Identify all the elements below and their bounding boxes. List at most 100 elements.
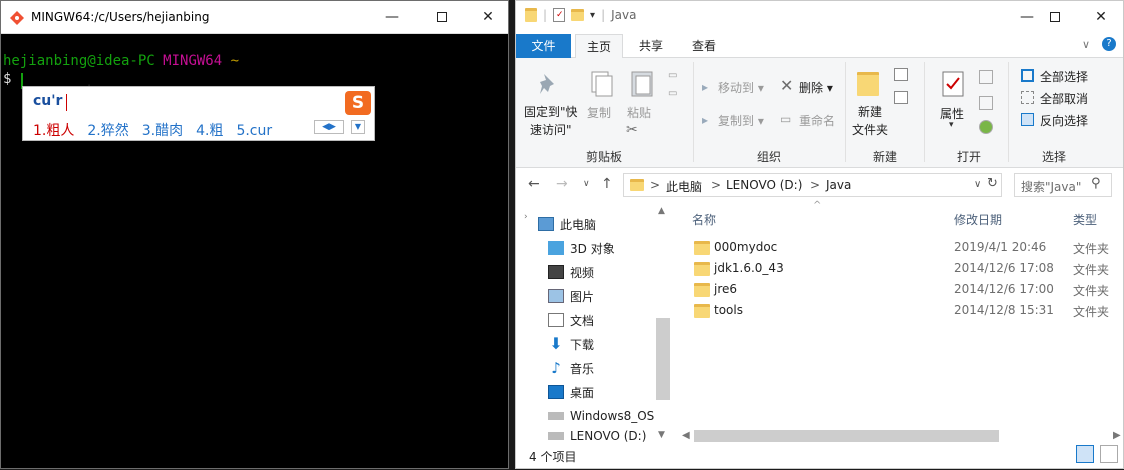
recent-locations-icon[interactable]: ∨ [583, 179, 590, 189]
up-arrow-icon[interactable]: ↑ [601, 176, 613, 192]
rename-button[interactable]: 重命名 [799, 112, 835, 129]
terminal-window[interactable]: MINGW64:/c/Users/hejianbing — ✕ hejianbi… [0, 0, 509, 469]
column-header-type[interactable]: 类型 [1073, 211, 1097, 228]
select-all-button[interactable]: 全部选择 [1040, 68, 1088, 85]
address-bar[interactable]: > 此电脑 > LENOVO (D:) > Java ∨ ↻ [623, 173, 1002, 197]
new-item-icon[interactable] [894, 68, 908, 81]
new-folder-icon[interactable] [571, 9, 585, 21]
breadcrumb-this-pc[interactable]: 此电脑 [666, 178, 702, 195]
nav-item-videos[interactable]: 视频 [548, 261, 594, 283]
file-row[interactable]: jdk1.6.0_43 2014/12/6 17:08 文件夹 [676, 258, 1124, 279]
tab-file[interactable]: 文件 [516, 34, 571, 58]
tab-view[interactable]: 查看 [680, 34, 728, 58]
nav-item-label: 桌面 [570, 385, 595, 400]
minimize-button[interactable]: — [369, 1, 415, 33]
scroll-down-icon[interactable]: ▼ [658, 430, 665, 440]
nav-item-label: LENOVO (D:) [570, 429, 647, 443]
pin-quick-access-button[interactable]: 固定到"快 速访问" [524, 103, 578, 139]
pin-icon [540, 74, 554, 94]
search-box[interactable]: 搜索"Java" ⚲ [1014, 173, 1112, 197]
maximize-button[interactable] [419, 1, 465, 33]
breadcrumb-drive[interactable]: LENOVO (D:) [726, 178, 802, 192]
scroll-left-icon[interactable]: ◀ [682, 430, 690, 441]
select-none-button[interactable]: 全部取消 [1040, 90, 1088, 107]
terminal-titlebar[interactable]: MINGW64:/c/Users/hejianbing — ✕ [1, 1, 508, 34]
address-dropdown-icon[interactable]: ∨ [974, 179, 981, 190]
breadcrumb-java[interactable]: Java [826, 178, 851, 192]
ime-expand-icon[interactable]: ▼ [351, 120, 365, 134]
large-icons-view-icon[interactable] [1100, 445, 1118, 463]
file-type: 文件夹 [1073, 263, 1110, 277]
group-label-new: 新建 [873, 150, 898, 164]
video-icon [548, 265, 564, 279]
chevron-down-icon[interactable]: ▾ [949, 120, 954, 130]
ime-candidate[interactable]: 3.醋肉 [142, 123, 183, 139]
paste-button[interactable]: 粘贴 [627, 104, 651, 121]
ime-page-arrows[interactable]: ◀▶ [314, 120, 344, 134]
column-header-date[interactable]: 修改日期 [954, 211, 1002, 228]
refresh-icon[interactable]: ↻ [987, 176, 998, 191]
nav-scrollbar-thumb[interactable] [656, 318, 670, 400]
easy-access-icon[interactable] [894, 91, 908, 104]
forward-arrow-icon[interactable]: → [556, 176, 568, 192]
file-row[interactable]: 000mydoc 2019/4/1 20:46 文件夹 [676, 237, 1124, 258]
search-icon[interactable]: ⚲ [1091, 176, 1101, 191]
scroll-up-icon[interactable]: ▲ [658, 206, 665, 216]
ime-candidate-window[interactable]: cu'r S 1.粗人 2.猝然 3.醋肉 4.粗 5.cur ◀▶ ▼ [22, 86, 375, 141]
download-icon: ⬇ [549, 334, 563, 353]
maximize-button[interactable] [1032, 1, 1078, 33]
ime-candidate[interactable]: 4.粗 [196, 123, 223, 139]
invert-selection-button[interactable]: 反向选择 [1040, 112, 1088, 129]
move-to-button[interactable]: 移动到 ▾ [718, 79, 764, 96]
scissors-icon[interactable]: ✂ [626, 122, 638, 138]
ribbon-separator [924, 62, 925, 162]
ime-candidate[interactable]: 1.粗人 [33, 123, 74, 139]
copy-button[interactable]: 复制 [587, 104, 611, 121]
delete-icon: ✕ [780, 76, 794, 95]
nav-item-lenovo-drive[interactable]: LENOVO (D:) [548, 429, 646, 443]
explorer-window[interactable]: | ✓ ▾ | Java — ✕ 文件 主页 共享 查看 ∨ ? 固定到"快 速… [515, 0, 1124, 469]
delete-button[interactable]: 删除 ▾ [799, 79, 833, 96]
close-button[interactable]: ✕ [465, 1, 511, 33]
back-arrow-icon[interactable]: ← [528, 176, 540, 192]
nav-item-pictures[interactable]: 图片 [548, 285, 594, 307]
ribbon-home: 固定到"快 速访问" 复制 粘贴 ▭ ▭ ✂ 剪贴板 ▸ 移动到 ▾ ▸ 复制到… [516, 58, 1123, 168]
new-folder-button[interactable]: 新建 文件夹 [852, 103, 888, 139]
history-icon[interactable] [979, 120, 993, 134]
column-header-name[interactable]: 名称 [692, 211, 716, 228]
nav-item-documents[interactable]: 文档 [548, 309, 594, 331]
nav-item-this-pc[interactable]: 此电脑 [538, 213, 596, 235]
cut-icon[interactable]: ▭ [668, 70, 677, 81]
nav-item-3d-objects[interactable]: 3D 对象 [548, 237, 615, 259]
chevron-down-icon[interactable]: ▾ [590, 10, 595, 21]
group-label-clipboard: 剪贴板 [586, 150, 623, 164]
properties-icon[interactable]: ✓ [553, 8, 566, 22]
delete-label: 删除 [799, 81, 824, 95]
edit-icon[interactable] [979, 96, 993, 110]
ribbon-collapse-icon[interactable]: ∨ [1082, 38, 1090, 51]
help-icon[interactable]: ? [1102, 37, 1116, 51]
details-view-icon[interactable] [1076, 445, 1094, 463]
navigation-pane: › 此电脑 3D 对象 视频 图片 文档 ⬇ 下载 ♪ 音乐 桌面 Windows8… [516, 204, 676, 444]
ime-candidate[interactable]: 2.猝然 [87, 123, 128, 139]
ribbon-tabs: 文件 主页 共享 查看 ∨ ? [516, 34, 1123, 58]
open-icon[interactable] [979, 70, 993, 84]
horizontal-scrollbar-thumb[interactable] [694, 430, 999, 442]
tab-home[interactable]: 主页 [575, 34, 623, 58]
tab-share[interactable]: 共享 [627, 34, 675, 58]
nav-item-downloads[interactable]: ⬇ 下载 [548, 333, 594, 355]
close-button[interactable]: ✕ [1078, 1, 1124, 33]
nav-item-desktop[interactable]: 桌面 [548, 381, 594, 403]
ime-candidate[interactable]: 5.cur [236, 123, 272, 139]
pc-icon [538, 217, 554, 231]
group-label-organize: 组织 [757, 150, 782, 164]
nav-item-music[interactable]: ♪ 音乐 [548, 357, 594, 379]
nav-item-windows-drive[interactable]: Windows8_OS [548, 405, 654, 427]
scroll-right-icon[interactable]: ▶ [1113, 430, 1121, 441]
copy-to-button[interactable]: 复制到 ▾ [718, 112, 764, 129]
file-row[interactable]: tools 2014/12/8 15:31 文件夹 [676, 300, 1124, 321]
nav-item-label: Windows8_OS [570, 409, 655, 423]
copy-path-icon[interactable]: ▭ [668, 88, 677, 99]
expand-arrow-icon[interactable]: › [524, 212, 528, 222]
file-row[interactable]: jre6 2014/12/6 17:00 文件夹 [676, 279, 1124, 300]
